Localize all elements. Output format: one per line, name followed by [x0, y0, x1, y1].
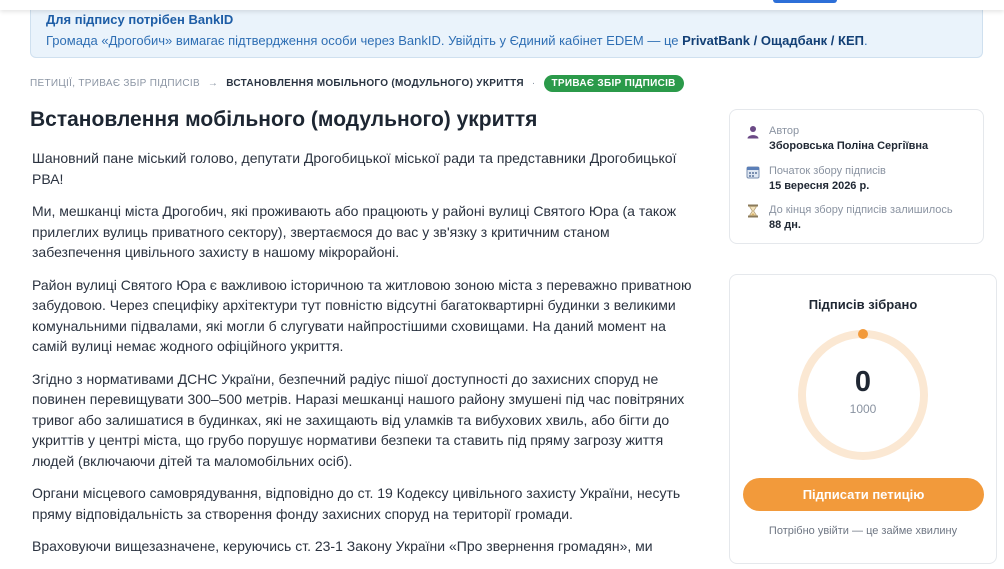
status-badge: ТРИВАЄ ЗБІР ПІДПИСІВ [543, 74, 684, 92]
notice-text-main: Громада «Дрогобич» вимагає підтвердження… [46, 33, 683, 48]
notice-text: Громада «Дрогобич» вимагає підтвердження… [46, 33, 868, 48]
author-row: Автор Зборовська Поліна Сергіївна [746, 124, 928, 154]
breadcrumb-current: ВСТАНОВЛЕННЯ МОБІЛЬНОГО (МОДУЛЬНОГО) УКР… [226, 77, 524, 89]
petition-paragraph: Органи місцевого самоврядування, відпові… [32, 485, 681, 522]
petition-paragraph: Район вулиці Святого Юра є важливою істо… [32, 276, 692, 355]
signatures-card: Підписів зібрано 0 1000 Підписати петиці… [729, 274, 997, 564]
notice-bank-options[interactable]: PrivatBank / Ощадбанк / КЕП [682, 33, 864, 48]
breadcrumb-parent-link[interactable]: ПЕТИЦІЇ, ТРИВАЄ ЗБІР ПІДПИСІВ [30, 78, 200, 89]
user-icon [747, 126, 759, 139]
breadcrumb-arrow: → [207, 77, 219, 89]
sign-petition-button[interactable]: Підписати петицію [743, 478, 984, 511]
signature-count: 0 [854, 366, 872, 398]
signature-goal: 1000 [849, 402, 877, 416]
petition-info-card: Автор Зборовська Поліна Сергіївна Почато… [729, 109, 984, 244]
petition-body: Шановний пане міський голово, депутати Д… [32, 148, 702, 569]
petition-paragraph: Згідно з нормативами ДСНС України, безпе… [32, 370, 685, 469]
notice-text-end: . [863, 33, 868, 48]
start-label: Початок збору підписів [769, 165, 886, 177]
petition-paragraph: Ми, мешканці міста Дрогобич, які прожива… [32, 203, 677, 260]
notice-title: Для підпису потрібен BankID [46, 12, 234, 27]
login-hint: Потрібно увійти — це займе хвилину [768, 525, 958, 537]
remaining-label: До кінця збору підписів залишилось [769, 204, 953, 216]
author-label: Автор [769, 125, 800, 137]
author-value: Зборовська Поліна Сергіївна [769, 140, 929, 152]
calendar-icon [746, 166, 760, 179]
remaining-row: До кінця збору підписів залишилось 88 дн… [746, 203, 953, 233]
remaining-value: 88 дн. [769, 219, 801, 231]
breadcrumb-separator: · [531, 77, 536, 89]
petition-paragraph: Шановний пане міський голово, депутати Д… [32, 150, 677, 187]
breadcrumb: ПЕТИЦІЇ, ТРИВАЄ ЗБІР ПІДПИСІВ → ВСТАНОВЛ… [30, 74, 684, 92]
top-bar [0, 0, 1004, 10]
bankid-notice: Для підпису потрібен BankID Громада «Дро… [30, 4, 983, 58]
start-row: Початок збору підписів 15 вересня 2026 р… [746, 164, 886, 194]
page-title: Встановлення мобільного (модульного) укр… [30, 108, 538, 131]
petition-paragraph: Враховуючи вищезазначене, керуючись ст. … [32, 538, 653, 554]
hourglass-icon [748, 204, 758, 218]
top-bar-indicator [773, 0, 837, 3]
progress-ring-marker [858, 329, 868, 339]
signatures-title: Підписів зібрано [808, 297, 918, 312]
start-value: 15 вересня 2026 р. [769, 180, 870, 192]
